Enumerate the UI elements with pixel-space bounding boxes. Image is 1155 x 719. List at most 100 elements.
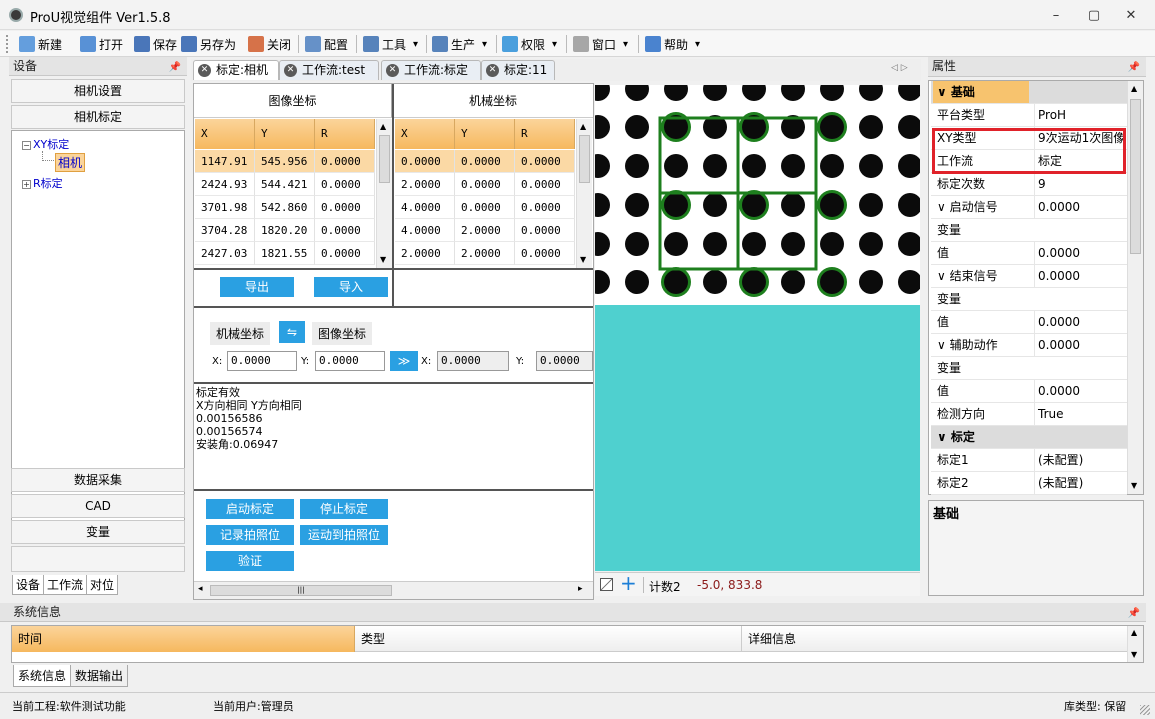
close-tab-icon[interactable]: ✕ xyxy=(486,64,499,77)
resize-grip-icon[interactable] xyxy=(1140,705,1150,715)
toolbar-edit-button[interactable]: 生产 ▾ xyxy=(432,34,487,54)
pin-icon[interactable]: 📌 xyxy=(1128,605,1140,623)
property-value[interactable]: 0.0000 xyxy=(1034,196,1128,219)
tab-system-info[interactable]: 系统信息 xyxy=(13,665,72,687)
scroll-right-icon[interactable]: ▸ xyxy=(578,584,583,594)
property-row[interactable]: 值 0.0000 xyxy=(931,242,1127,265)
table-cell[interactable]: 1820.20 xyxy=(255,219,315,242)
toolbar-close-doc-button[interactable]: 关闭 xyxy=(248,34,291,54)
table-cell[interactable]: 4.0000 xyxy=(395,196,455,219)
scroll-up-icon[interactable]: ▲ xyxy=(580,122,586,131)
toolbar-user-button[interactable]: 权限 ▾ xyxy=(502,34,557,54)
image-canvas[interactable] xyxy=(595,85,920,571)
move-to-photo-position-button[interactable]: 运动到拍照位 xyxy=(300,525,388,545)
property-row[interactable]: 检测方向 True xyxy=(931,403,1127,426)
horizontal-scrollbar[interactable]: ◂ ||| ▸ xyxy=(194,581,593,599)
table-cell[interactable]: 3704.28 xyxy=(195,219,255,242)
chevron-down-icon[interactable]: ▾ xyxy=(413,39,418,50)
property-row[interactable]: 标定1 (未配置) xyxy=(931,449,1127,472)
table-cell[interactable]: 1147.91 xyxy=(195,150,255,173)
table-cell[interactable]: 2.0000 xyxy=(455,242,515,265)
table-cell[interactable]: 0.0000 xyxy=(395,150,455,173)
property-value[interactable]: 0.0000 xyxy=(1034,265,1128,288)
tab-data-output[interactable]: 数据输出 xyxy=(70,665,129,687)
toolbar-grip[interactable] xyxy=(6,35,9,53)
table-cell[interactable]: 2.0000 xyxy=(455,219,515,242)
data-collection-button[interactable]: 数据采集 xyxy=(11,468,185,492)
record-photo-position-button[interactable]: 记录拍照位 xyxy=(206,525,294,545)
machine-grid-scrollbar[interactable]: ▲ ▼ xyxy=(576,119,592,269)
table-cell[interactable]: 4.0000 xyxy=(395,219,455,242)
chevron-down-icon[interactable]: ▾ xyxy=(482,39,487,50)
property-scrollbar[interactable]: ▲ ▼ xyxy=(1127,81,1143,494)
toolbar-gear-button[interactable]: 配置 xyxy=(305,34,348,54)
tree-node-xy[interactable]: − XY标定 xyxy=(22,136,69,152)
scroll-thumb[interactable] xyxy=(579,135,590,183)
property-row[interactable]: 值 0.0000 xyxy=(931,380,1127,403)
table-cell[interactable]: 0.0000 xyxy=(515,150,575,173)
image-col-x[interactable]: X xyxy=(195,119,255,149)
table-cell[interactable]: 2424.93 xyxy=(195,173,255,196)
table-cell[interactable]: 0.0000 xyxy=(455,173,515,196)
table-cell[interactable]: 0.0000 xyxy=(315,242,375,265)
property-value[interactable]: 0.0000 xyxy=(1034,242,1128,265)
scroll-up-icon[interactable]: ▲ xyxy=(380,122,386,131)
table-cell[interactable]: 0.0000 xyxy=(315,150,375,173)
toolbar-open-folder-button[interactable]: 打开 xyxy=(80,34,123,54)
toolbar-help-button[interactable]: 帮助 ▾ xyxy=(645,34,700,54)
property-value[interactable]: 0.0000 xyxy=(1034,311,1128,334)
table-cell[interactable]: 2427.03 xyxy=(195,242,255,265)
tab-align[interactable]: 对位 xyxy=(86,575,119,595)
tab-workflow[interactable]: 工作流 xyxy=(43,575,88,595)
table-cell[interactable]: 0.0000 xyxy=(515,173,575,196)
chevron-down-icon[interactable]: ▾ xyxy=(552,39,557,50)
image-col-y[interactable]: Y xyxy=(255,119,315,149)
scroll-down-icon[interactable]: ▼ xyxy=(580,255,586,264)
col-time[interactable]: 时间 xyxy=(12,626,355,652)
toolbar-save-button[interactable]: 保存 xyxy=(134,34,177,54)
property-value[interactable]: ProH xyxy=(1034,104,1128,127)
camera-calibration-button[interactable]: 相机标定 xyxy=(11,105,185,129)
table-cell[interactable]: 544.421 xyxy=(255,173,315,196)
table-cell[interactable]: 0.0000 xyxy=(315,219,375,242)
property-value[interactable]: (未配置) xyxy=(1034,449,1128,472)
property-category[interactable]: ∨ 标定 xyxy=(931,426,1127,449)
pin-icon[interactable]: 📌 xyxy=(169,59,181,77)
property-row[interactable]: ∨ 启动信号 0.0000 xyxy=(931,196,1127,219)
toolbar-new-file-button[interactable]: 新建 xyxy=(19,34,62,54)
x-input[interactable]: 0.0000 xyxy=(227,351,297,371)
h-scroll-thumb[interactable]: ||| xyxy=(210,585,392,596)
y-input[interactable]: 0.0000 xyxy=(315,351,385,371)
table-cell[interactable]: 2.0000 xyxy=(395,173,455,196)
tree-node-r[interactable]: + R标定 xyxy=(22,175,63,191)
fit-image-icon[interactable] xyxy=(600,578,613,591)
cad-button[interactable]: CAD xyxy=(11,494,185,518)
property-category[interactable]: ∨ 基础 xyxy=(931,81,1127,104)
property-row[interactable]: 变量 xyxy=(931,219,1127,242)
property-value[interactable]: True xyxy=(1034,403,1128,426)
machine-col-x[interactable]: X xyxy=(395,119,455,149)
scroll-down-icon[interactable]: ▼ xyxy=(1131,481,1137,490)
crosshair-icon[interactable]: + xyxy=(620,571,637,595)
scroll-left-icon[interactable]: ◂ xyxy=(198,584,203,594)
property-row[interactable]: 值 0.0000 xyxy=(931,311,1127,334)
maximize-button[interactable]: ▢ xyxy=(1081,7,1107,25)
table-cell[interactable]: 0.0000 xyxy=(515,196,575,219)
col-type[interactable]: 类型 xyxy=(355,626,742,652)
property-value[interactable]: (未配置) xyxy=(1034,472,1128,495)
scroll-down-icon[interactable]: ▼ xyxy=(380,255,386,264)
close-tab-icon[interactable]: ✕ xyxy=(386,64,399,77)
property-row[interactable]: 标定次数 9 xyxy=(931,173,1127,196)
chevron-down-icon[interactable]: ▾ xyxy=(623,39,628,50)
expand-icon[interactable]: + xyxy=(22,180,31,189)
export-button[interactable]: 导出 xyxy=(220,277,294,297)
toolbar-window-button[interactable]: 窗口 ▾ xyxy=(573,34,628,54)
scroll-thumb[interactable] xyxy=(1130,99,1141,254)
scroll-thumb[interactable] xyxy=(379,135,390,183)
toolbar-save-as-button[interactable]: 另存为 xyxy=(181,34,236,54)
scroll-up-icon[interactable]: ▲ xyxy=(1131,84,1137,93)
table-cell[interactable]: 0.0000 xyxy=(455,150,515,173)
chevron-down-icon[interactable]: ▾ xyxy=(695,39,700,50)
stop-calibration-button[interactable]: 停止标定 xyxy=(300,499,388,519)
tab-calib-camera[interactable]: ✕ 标定:相机 xyxy=(193,60,279,80)
